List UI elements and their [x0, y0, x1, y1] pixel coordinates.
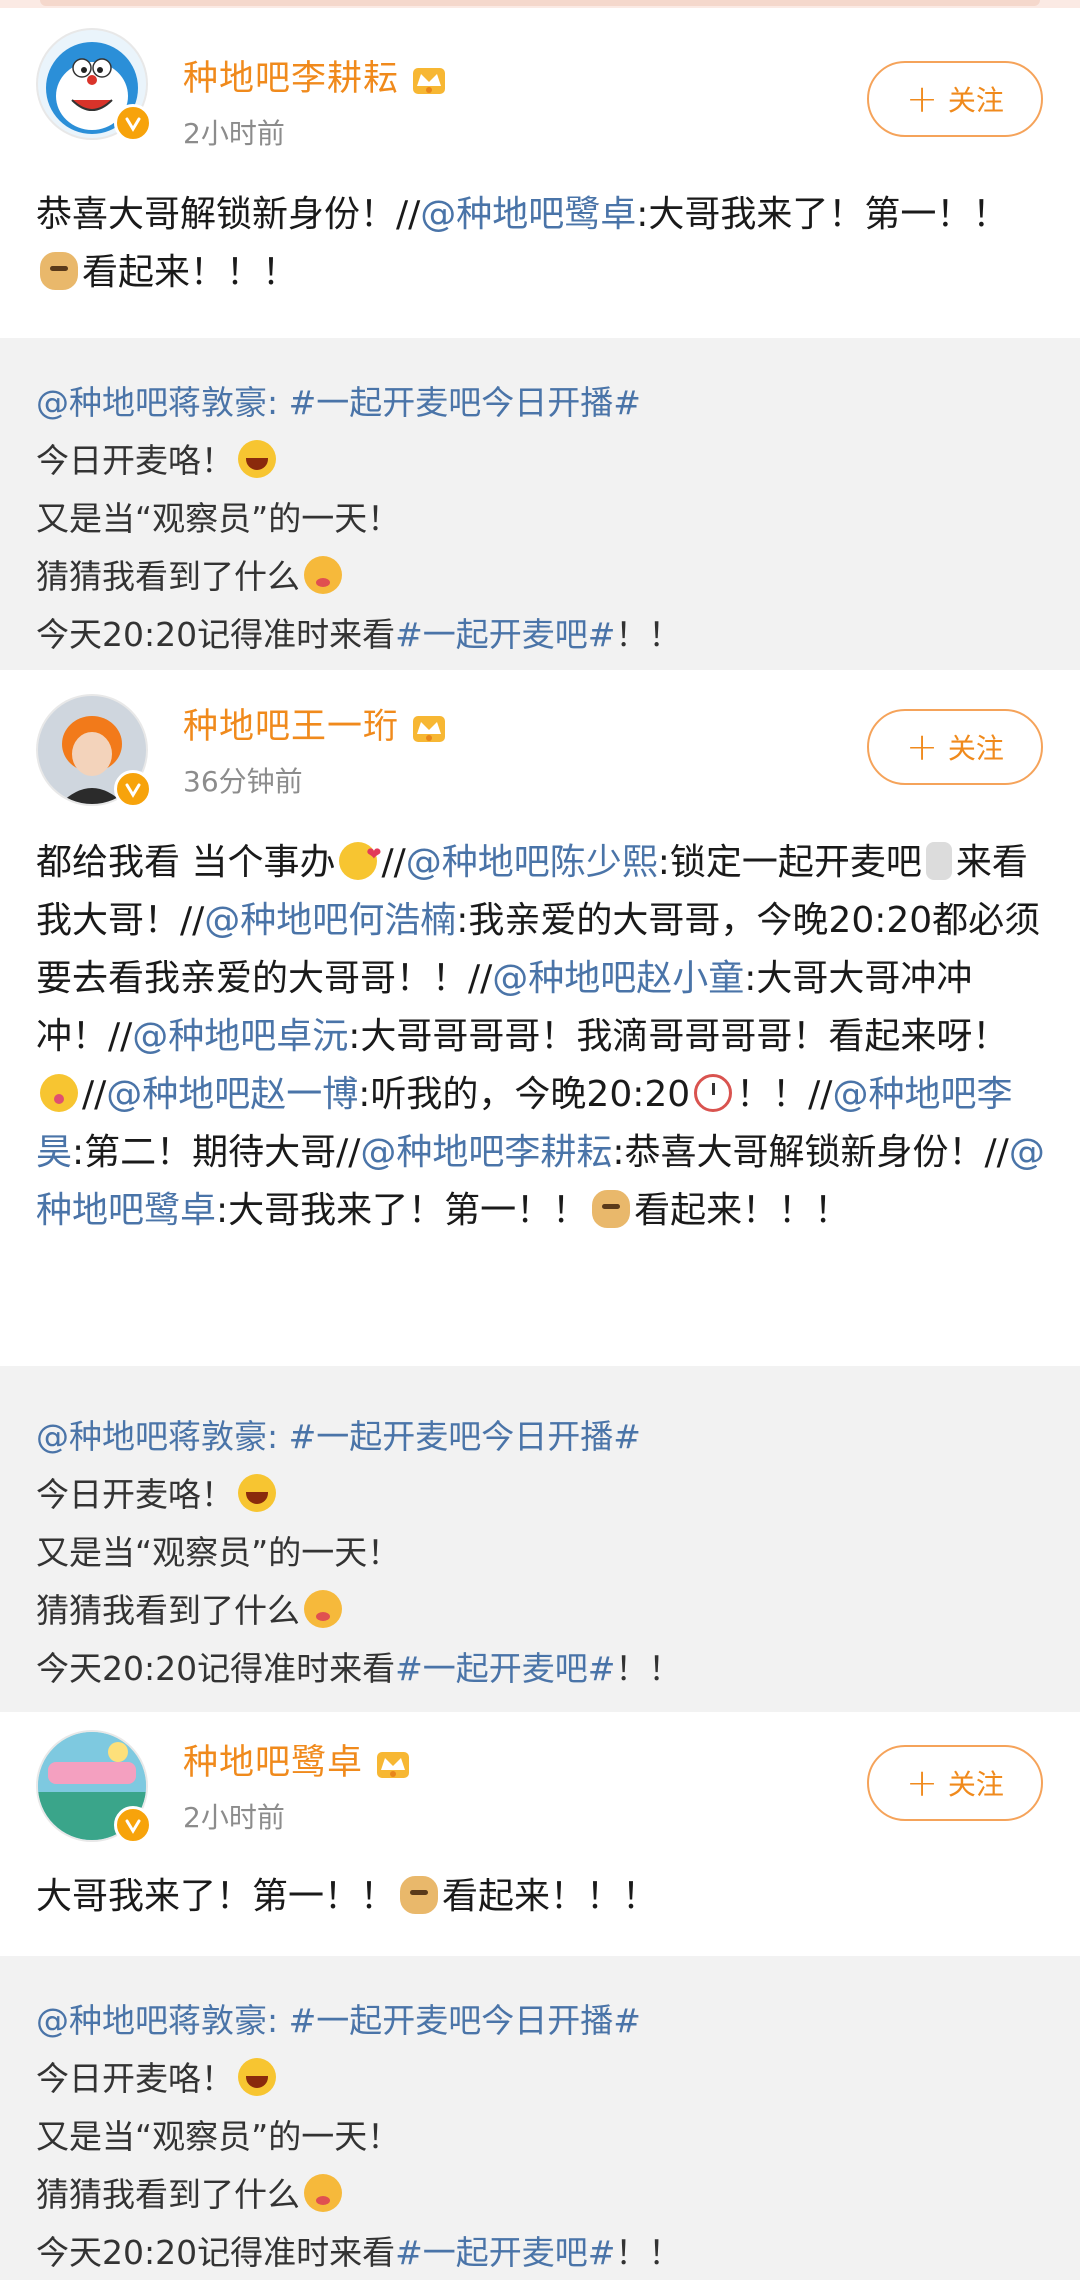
mention-link[interactable]: @种地吧李耕耘	[360, 1132, 612, 1173]
post-text-segment: :大哥我来了！第一！！	[636, 194, 1009, 235]
post-card: 种地吧李耕耘 2小时前 + 关注 恭喜大哥解锁新身份！//@种地吧鹭卓:大哥我来了…	[0, 0, 1080, 293]
post-text-segment: :锁定一起开麦吧	[657, 842, 922, 883]
repost-card[interactable]: @种地吧蒋敦豪: #一起开麦吧今日开播# 今日开麦咯！ 又是当“观察员”的一天！…	[0, 338, 1080, 670]
username[interactable]: 种地吧李耕耘	[183, 50, 451, 101]
repost-content: @种地吧蒋敦豪: #一起开麦吧今日开播# 今日开麦咯！ 又是当“观察员”的一天！…	[36, 1417, 682, 1688]
repost-card[interactable]: @种地吧蒋敦豪: #一起开麦吧今日开播# 今日开麦咯！ 又是当“观察员”的一天！…	[0, 1366, 1080, 1712]
plus-icon: +	[906, 725, 938, 769]
post-time: 2小时前	[183, 1801, 285, 1834]
post-time: 36分钟前	[183, 765, 303, 798]
post-text: 都给我看 当个事办//@种地吧陈少熙:锁定一起开麦吧来看我大哥！//@种地吧何浩…	[36, 826, 1046, 1240]
avatar[interactable]	[36, 694, 152, 808]
follow-button[interactable]: + 关注	[867, 1745, 1043, 1821]
topic-link[interactable]: #一起开麦吧今日开播#	[289, 383, 641, 422]
follow-label: 关注	[947, 732, 1004, 765]
plus-icon: +	[906, 1761, 938, 1805]
post-text-segment: :大哥哥哥哥！我滴哥哥哥哥！看起来呀！	[348, 1016, 1009, 1057]
mention-link[interactable]: @种地吧赵小童	[492, 958, 744, 999]
yum-emoji	[304, 556, 342, 594]
username-text[interactable]: 种地吧李耕耘	[183, 59, 399, 99]
mic-emoji	[925, 842, 952, 880]
doge-emoji	[40, 252, 78, 290]
laugh-emoji	[238, 1474, 276, 1512]
post-text: 恭喜大哥解锁新身份！//@种地吧鹭卓:大哥我来了！第一！！ 看起来！！！	[36, 186, 1046, 302]
repost-author[interactable]: @种地吧蒋敦豪	[36, 383, 267, 422]
avatar[interactable]	[36, 1730, 152, 1844]
topic-link[interactable]: #一起开麦吧今日开播#	[289, 2001, 641, 2040]
laugh-emoji	[238, 440, 276, 478]
yum-emoji	[304, 1590, 342, 1628]
post-text-segment: ！！//	[736, 1074, 833, 1115]
post-text: 大哥我来了！第一！！ 看起来！！！	[36, 1868, 1046, 1926]
post-text-segment: :第二！期待大哥//	[72, 1132, 361, 1173]
username[interactable]: 种地吧王一珩	[183, 698, 451, 749]
verified-badge-icon	[114, 1806, 152, 1844]
post-time: 2小时前	[183, 117, 285, 150]
doge-emoji	[400, 1876, 439, 1914]
mention-link[interactable]: @种地吧鹭卓	[420, 194, 636, 235]
post-text-segment: //	[82, 1074, 107, 1115]
crown-icon	[371, 1744, 415, 1784]
yum-emoji	[304, 2174, 342, 2212]
follow-button[interactable]: + 关注	[867, 709, 1043, 785]
topic-link[interactable]: #一起开麦吧#	[395, 1649, 615, 1688]
username-text[interactable]: 种地吧王一珩	[183, 707, 399, 747]
post-card: 种地吧鹭卓 2小时前 + 关注 大哥我来了！第一！！ 看起来！！！	[0, 1712, 1080, 1956]
post-text-segment: 都给我看 当个事办	[36, 842, 336, 883]
post-text-segment: 大哥我来了！第一！！	[36, 1876, 397, 1917]
repost-content: @种地吧蒋敦豪: #一起开麦吧今日开播# 今日开麦咯！ 又是当“观察员”的一天！…	[36, 383, 682, 654]
follow-label: 关注	[947, 84, 1004, 117]
mention-link[interactable]: @种地吧陈少熙	[406, 842, 658, 883]
follow-button[interactable]: + 关注	[867, 61, 1043, 137]
post-text-segment: :大哥我来了！第一！！	[216, 1190, 589, 1231]
topic-link[interactable]: #一起开麦吧#	[395, 2233, 615, 2272]
topic-link[interactable]: #一起开麦吧#	[395, 615, 615, 654]
clock-emoji	[694, 1074, 733, 1112]
laugh-emoji	[238, 2058, 276, 2096]
post-text-segment: 看起来！！！	[634, 1190, 851, 1231]
repost-content: @种地吧蒋敦豪: #一起开麦吧今日开播# 今日开麦咯！ 又是当“观察员”的一天！…	[36, 2001, 682, 2272]
post-text-segment: 看起来！！！	[82, 252, 299, 293]
repost-author[interactable]: @种地吧蒋敦豪	[36, 1417, 267, 1456]
kiss-emoji	[40, 1074, 78, 1112]
avatar[interactable]	[36, 28, 152, 142]
doge-emoji	[592, 1190, 631, 1228]
username-text[interactable]: 种地吧鹭卓	[183, 1743, 363, 1783]
repost-author[interactable]: @种地吧蒋敦豪	[36, 2001, 267, 2040]
repost-card[interactable]: @种地吧蒋敦豪: #一起开麦吧今日开播# 今日开麦咯！ 又是当“观察员”的一天！…	[0, 1956, 1080, 2280]
username[interactable]: 种地吧鹭卓	[183, 1734, 415, 1785]
post-text-segment: //	[381, 842, 406, 883]
verified-badge-icon	[114, 104, 152, 142]
post-text-segment: 恭喜大哥解锁新身份！//	[36, 194, 421, 235]
topic-link[interactable]: #一起开麦吧今日开播#	[289, 1417, 641, 1456]
post-card: 种地吧王一珩 36分钟前 +关注 都给我看 当个事办//@种地吧陈少熙:锁定一起…	[0, 670, 1080, 1366]
post-text-segment: :恭喜大哥解锁新身份！//	[612, 1132, 1009, 1173]
verified-badge-icon	[114, 770, 152, 808]
crown-icon	[407, 708, 451, 748]
heart-emoji	[339, 826, 381, 884]
plus-icon: +	[906, 77, 938, 121]
post-text-segment: 看起来！！！	[442, 1876, 659, 1917]
post-text-segment: :听我的，今晚20:20	[358, 1074, 691, 1115]
mention-link[interactable]: @种地吧何浩楠	[204, 900, 456, 941]
mention-link[interactable]: @种地吧卓沅	[132, 1016, 348, 1057]
follow-label: 关注	[947, 1768, 1004, 1801]
mention-link[interactable]: @种地吧赵一博	[106, 1074, 358, 1115]
crown-icon	[407, 60, 451, 100]
